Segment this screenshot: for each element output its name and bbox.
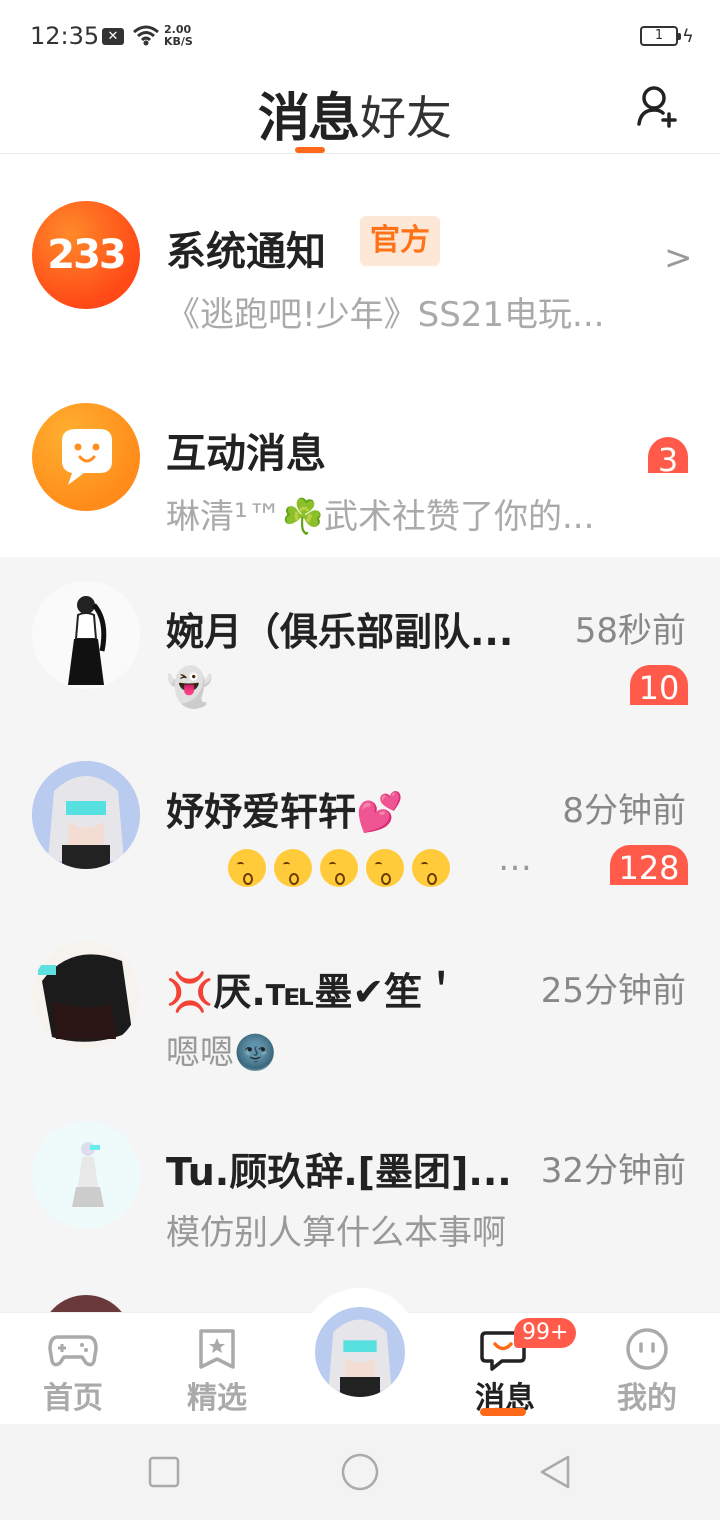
chat-preview: … [498, 839, 532, 879]
chat-time: 58秒前 [574, 611, 686, 651]
back-icon[interactable] [538, 1454, 572, 1490]
network-speed: 2.00 KB/S [164, 23, 193, 48]
chat-name: 妤妤爱轩轩💕 [166, 790, 404, 834]
avatar [32, 581, 140, 689]
chat-preview: 👻 [166, 665, 214, 709]
nav-label: 首页 [43, 1381, 103, 1416]
avatar [32, 941, 140, 1049]
chat-name: 婉月（俱乐部副队... [166, 610, 514, 654]
chat-time: 8分钟前 [562, 791, 686, 831]
kissing-emoji-icon [320, 849, 358, 887]
avatar [32, 1121, 140, 1229]
official-badge: 官方 [360, 216, 440, 266]
kissing-emoji-icon [274, 849, 312, 887]
battery-icon: 1 [640, 26, 681, 46]
system-notification-preview: 《逃跑吧!少年》SS21电玩... [166, 295, 605, 335]
status-bar: 12:35 ✕ 2.00 KB/S 1 ϟ [0, 0, 720, 70]
kissing-emoji-icon [228, 849, 266, 887]
chat-row[interactable]: 妤妤爱轩轩💕 8分钟前 … 128 [0, 737, 720, 917]
nav-label: 精选 [187, 1381, 247, 1416]
nav-label: 我的 [617, 1381, 677, 1416]
kissing-emoji-icon [412, 849, 450, 887]
wifi-icon [133, 25, 159, 46]
center-avatar-button[interactable] [312, 1304, 408, 1400]
gamepad-icon [48, 1335, 98, 1367]
status-time: 12:35 [30, 22, 100, 50]
chat-list: 婉月（俱乐部副队... 58秒前 👻 10 妤妤爱轩轩💕 8分钟前 … 128 [0, 557, 720, 1312]
emoji-row [228, 849, 458, 887]
chat-time: 25分钟前 [540, 971, 686, 1011]
active-tab-indicator [295, 147, 325, 153]
chat-preview: 嗯嗯🌚 [166, 1033, 277, 1073]
chat-bubble-face-icon [32, 403, 140, 511]
chat-row[interactable]: Tu.顾玖辞.[墨团]... 32分钟前 模仿别人算什么本事啊 [0, 1097, 720, 1277]
recent-apps-icon[interactable] [148, 1456, 180, 1488]
interaction-messages-title: 互动消息 [166, 431, 326, 477]
charging-icon: ϟ [682, 26, 694, 47]
system-nav-bar [0, 1424, 720, 1520]
notification-x-icon: ✕ [102, 28, 124, 45]
nav-home[interactable]: 首页 [8, 1313, 128, 1425]
face-icon [626, 1328, 668, 1370]
chat-name: 💢厌.℡墨✔笙＇ [166, 970, 461, 1014]
chat-name: Tu.顾玖辞.[墨团]... [166, 1150, 512, 1194]
kissing-emoji-icon [366, 849, 404, 887]
chat-preview: 模仿别人算什么本事啊 [166, 1213, 506, 1253]
avatar [40, 1295, 132, 1312]
person-add-icon[interactable] [636, 84, 680, 128]
avatar [32, 761, 140, 869]
chat-row[interactable]: 💢厌.℡墨✔笙＇ 25分钟前 嗯嗯🌚 [0, 917, 720, 1097]
tab-messages[interactable]: 消息 [258, 76, 360, 151]
unread-count-badge: 128 [610, 845, 688, 885]
star-bookmark-icon [199, 1329, 235, 1369]
tab-friends[interactable]: 好友 [360, 82, 452, 148]
messages-badge: 99+ [514, 1318, 577, 1348]
home-icon[interactable] [340, 1452, 380, 1492]
unread-count-badge: 3 [648, 437, 688, 473]
chevron-right-icon[interactable]: > [664, 238, 693, 278]
unread-count-badge: 10 [630, 665, 688, 705]
chat-time: 32分钟前 [540, 1151, 686, 1191]
system-avatar: 233 [32, 201, 140, 309]
chat-row[interactable]: 婉月（俱乐部副队... 58秒前 👻 10 [0, 557, 720, 737]
system-notification-title: 系统通知 [166, 229, 326, 275]
interaction-messages-preview: 琳清¹™☘️武术社赞了你的... [166, 497, 595, 537]
nav-me[interactable]: 我的 [582, 1313, 702, 1425]
active-nav-indicator [480, 1408, 526, 1416]
header: 消息 好友 [0, 70, 720, 154]
nav-featured[interactable]: 精选 [152, 1313, 272, 1425]
interaction-messages-row[interactable]: 互动消息 琳清¹™☘️武术社赞了你的... 3 [0, 357, 720, 557]
